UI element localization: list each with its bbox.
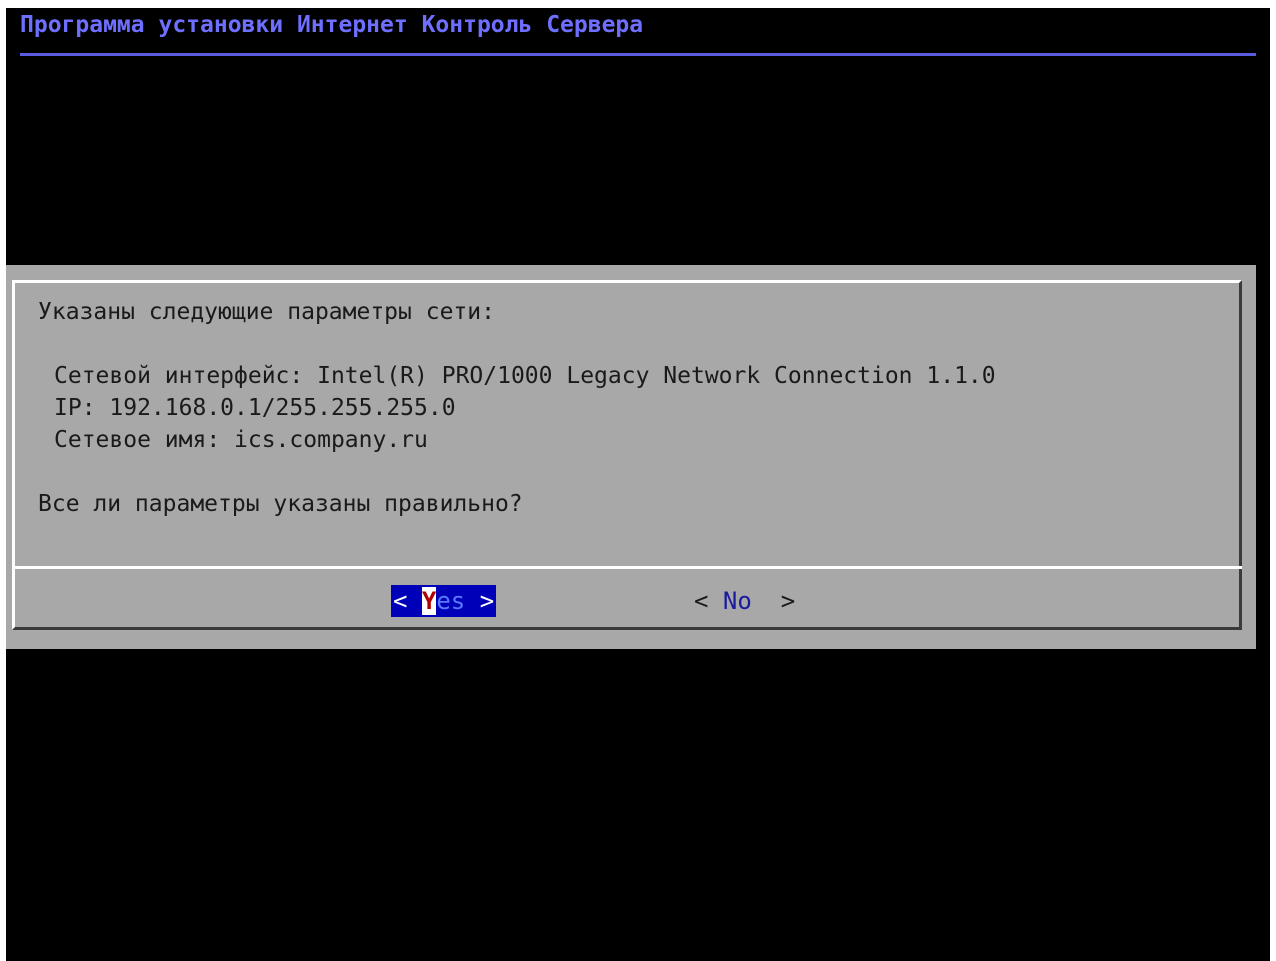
hostname-line: Сетевое имя: ics.company.ru [54, 427, 428, 453]
dialog-header-text: Указаны следующие параметры сети: [38, 299, 495, 325]
dialog-buttons: < Yes > < No > [6, 585, 1256, 619]
yes-hotkey: Y [421, 587, 437, 615]
terminal-screen: Программа установки Интернет Контроль Се… [6, 8, 1270, 961]
installer-backtitle: Программа установки Интернет Контроль Се… [20, 12, 644, 38]
no-right-bracket: > [780, 587, 796, 615]
yes-button[interactable]: < Yes > [391, 585, 497, 617]
yes-label-rest: es [436, 587, 466, 615]
button-area-separator [12, 566, 1242, 569]
ip-address-line: IP: 192.168.0.1/255.255.255.0 [54, 395, 456, 421]
confirmation-question: Все ли параметры указаны правильно? [38, 491, 523, 517]
backtitle-divider [20, 53, 1256, 56]
dialog-frame [12, 280, 1242, 630]
no-left-bracket: < [694, 587, 709, 615]
confirmation-dialog: Указаны следующие параметры сети: Сетево… [6, 265, 1256, 649]
yes-left-bracket: < [393, 587, 408, 615]
yes-right-bracket: > [479, 587, 495, 615]
no-label: No [722, 587, 752, 615]
network-interface-line: Сетевой интерфейс: Intel(R) PRO/1000 Leg… [54, 363, 996, 389]
no-button[interactable]: < No > [694, 585, 795, 617]
